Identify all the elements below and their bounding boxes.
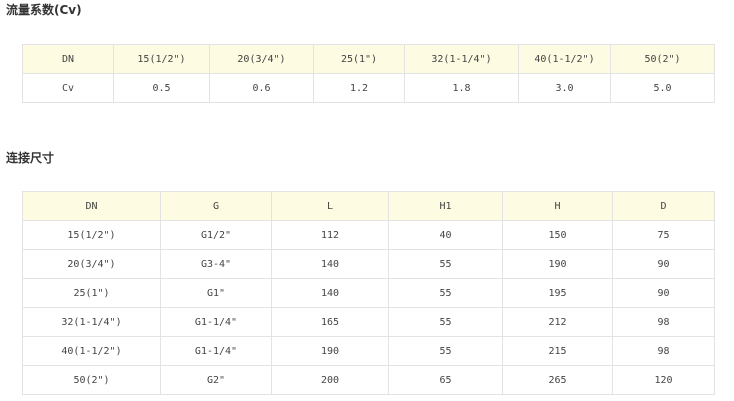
table-cell: G1-1/4" — [160, 336, 272, 366]
table-cell: 55 — [388, 336, 503, 366]
table-row: Cv 0.5 0.6 1.2 1.8 3.0 5.0 — [22, 73, 715, 103]
table-cell: 3.0 — [518, 73, 611, 103]
header-cell: DN — [22, 191, 161, 221]
table-row: 32(1-1/4") G1-1/4" 165 55 212 98 — [22, 307, 715, 337]
header-cell: 15(1/2") — [113, 44, 210, 74]
table-cell: 55 — [388, 249, 503, 279]
table-cell: G3-4" — [160, 249, 272, 279]
table-cell: G2" — [160, 365, 272, 395]
table-cell: 140 — [271, 278, 389, 308]
header-cell: 40(1-1/2") — [518, 44, 611, 74]
connection-size-table: DN G L H1 H D 15(1/2") G1/2" 112 40 150 … — [22, 191, 715, 395]
table-cell: 98 — [612, 307, 715, 337]
table-cell: 1.8 — [404, 73, 519, 103]
header-cell: 25(1") — [313, 44, 405, 74]
table-cell: 90 — [612, 278, 715, 308]
connection-size-heading: 连接尺寸 — [6, 151, 55, 165]
table-cell: 90 — [612, 249, 715, 279]
table-cell: 120 — [612, 365, 715, 395]
table-cell: 200 — [271, 365, 389, 395]
table-cell: 15(1/2") — [22, 220, 161, 250]
flow-coefficient-table: DN 15(1/2") 20(3/4") 25(1") 32(1-1/4") 4… — [22, 44, 715, 103]
table-cell: 165 — [271, 307, 389, 337]
header-cell: 50(2") — [610, 44, 715, 74]
table-header-row: DN 15(1/2") 20(3/4") 25(1") 32(1-1/4") 4… — [22, 44, 715, 74]
header-cell: G — [160, 191, 272, 221]
header-cell: 20(3/4") — [209, 44, 314, 74]
table-cell: 75 — [612, 220, 715, 250]
table-cell: 55 — [388, 278, 503, 308]
table-cell: 40 — [388, 220, 503, 250]
table-row: 50(2") G2" 200 65 265 120 — [22, 365, 715, 395]
table-cell: G1/2" — [160, 220, 272, 250]
table-cell: 215 — [502, 336, 613, 366]
table-cell: 5.0 — [610, 73, 715, 103]
table-row: 20(3/4") G3-4" 140 55 190 90 — [22, 249, 715, 279]
table-row: 25(1") G1" 140 55 195 90 — [22, 278, 715, 308]
header-cell: D — [612, 191, 715, 221]
header-cell: 32(1-1/4") — [404, 44, 519, 74]
table-cell: 190 — [502, 249, 613, 279]
table-cell: 55 — [388, 307, 503, 337]
table-cell: G1" — [160, 278, 272, 308]
table-cell: 65 — [388, 365, 503, 395]
table-cell: 20(3/4") — [22, 249, 161, 279]
header-cell: H — [502, 191, 613, 221]
table-cell: 265 — [502, 365, 613, 395]
table-cell: 40(1-1/2") — [22, 336, 161, 366]
table-cell: 195 — [502, 278, 613, 308]
table-row: 15(1/2") G1/2" 112 40 150 75 — [22, 220, 715, 250]
table-cell: 0.5 — [113, 73, 210, 103]
table-cell: 112 — [271, 220, 389, 250]
header-cell: H1 — [388, 191, 503, 221]
flow-coefficient-heading: 流量系数(Cv) — [6, 3, 82, 17]
table-header-row: DN G L H1 H D — [22, 191, 715, 221]
table-cell: 0.6 — [209, 73, 314, 103]
table-cell: 50(2") — [22, 365, 161, 395]
header-cell: DN — [22, 44, 114, 74]
table-cell: 32(1-1/4") — [22, 307, 161, 337]
table-cell: 98 — [612, 336, 715, 366]
table-cell: 140 — [271, 249, 389, 279]
table-cell: 190 — [271, 336, 389, 366]
table-cell: 25(1") — [22, 278, 161, 308]
table-cell: 150 — [502, 220, 613, 250]
table-row: 40(1-1/2") G1-1/4" 190 55 215 98 — [22, 336, 715, 366]
table-cell: G1-1/4" — [160, 307, 272, 337]
header-cell: L — [271, 191, 389, 221]
table-cell: 1.2 — [313, 73, 405, 103]
table-cell: 212 — [502, 307, 613, 337]
table-cell: Cv — [22, 73, 114, 103]
